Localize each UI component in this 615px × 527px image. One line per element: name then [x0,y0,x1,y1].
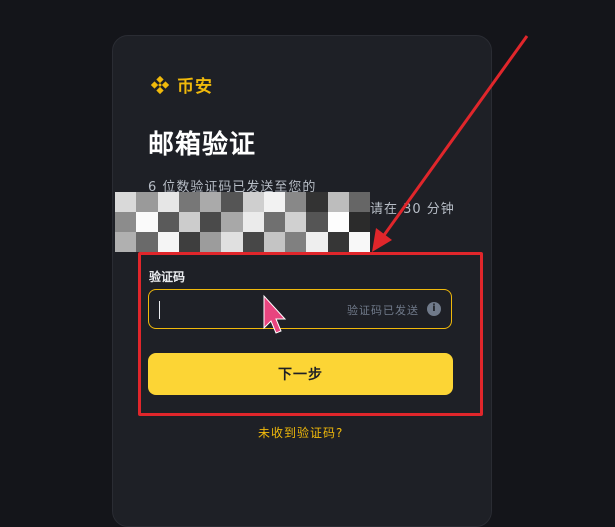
annotation-overlay [263,35,529,334]
annotation-arrow-line [380,35,529,239]
annotation-arrow-head [372,228,392,252]
mouse-cursor-icon [263,294,287,334]
